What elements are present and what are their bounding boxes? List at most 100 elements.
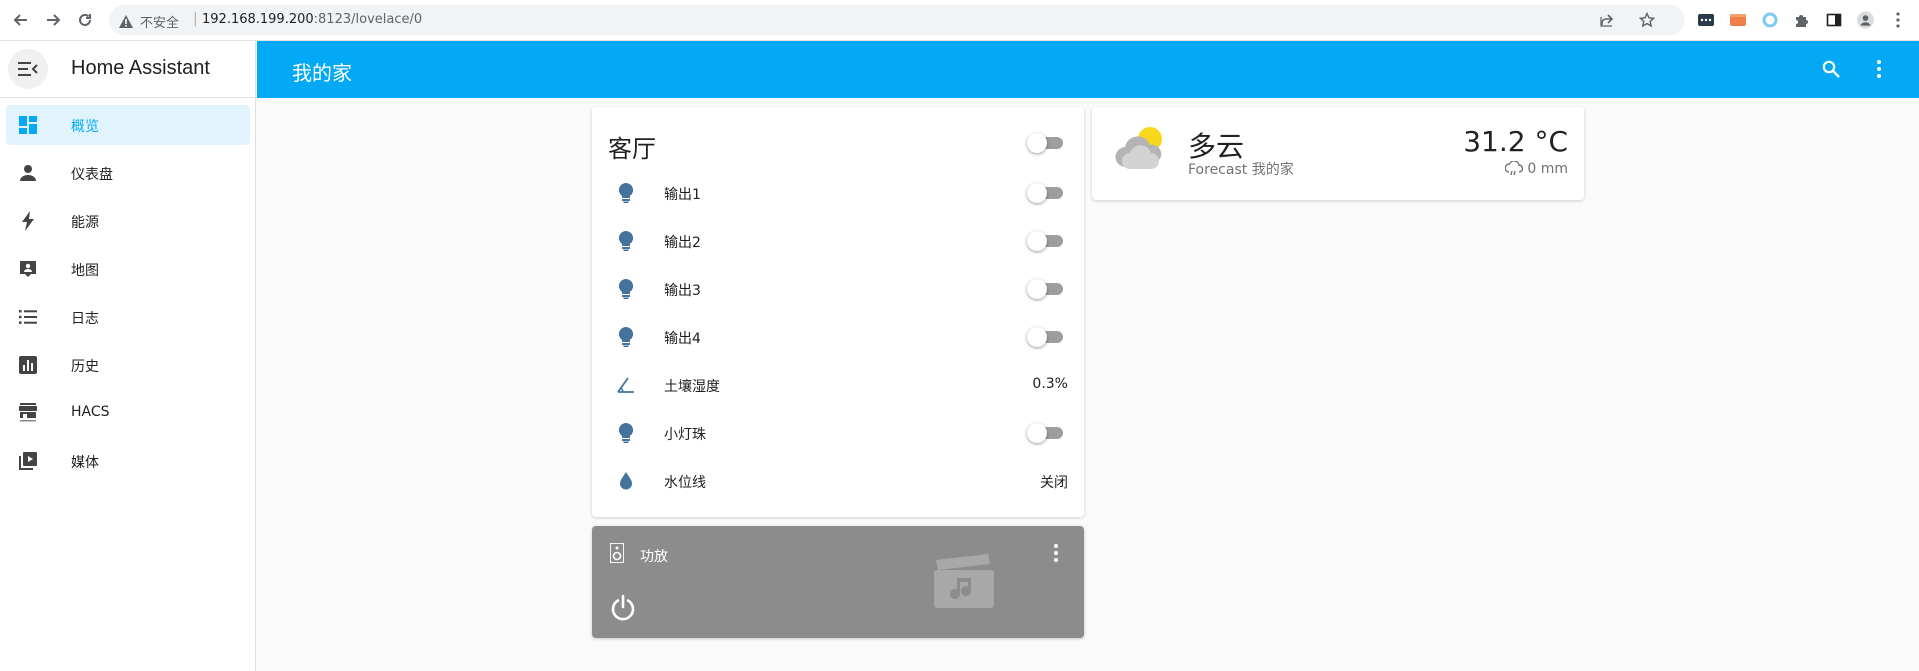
- speaker-icon: [609, 542, 625, 567]
- entity-toggle[interactable]: [1027, 231, 1063, 251]
- entity-row-output1[interactable]: 输出1: [592, 169, 1084, 217]
- address-bar[interactable]: 不安全 | 192.168.199.200:8123/lovelace/0: [109, 5, 1685, 35]
- entity-name: 水位线: [664, 475, 706, 491]
- extension-ring-icon[interactable]: [1761, 11, 1778, 28]
- url-host: 192.168.199.200: [202, 12, 314, 27]
- precipitation-value: 0 mm: [1527, 161, 1568, 177]
- entity-name: 输出1: [664, 187, 701, 203]
- browser-menu-icon[interactable]: [1889, 11, 1906, 28]
- sidebar-item-overview[interactable]: 概览: [6, 105, 250, 145]
- separator: |: [193, 11, 198, 27]
- lightbulb-icon: [616, 231, 636, 251]
- sidebar-item-label: HACS: [71, 404, 110, 420]
- lightbulb-icon: [616, 279, 636, 299]
- angle-acute-icon: [616, 375, 636, 395]
- entity-name: 输出4: [664, 331, 701, 347]
- weather-precipitation: 0 mm: [1505, 161, 1568, 177]
- lightbulb-icon: [616, 423, 636, 443]
- lightning-bolt-icon: [18, 211, 38, 231]
- dashboard-icon: [18, 115, 38, 135]
- lightbulb-icon: [616, 327, 636, 347]
- sidebar-item-label: 概览: [71, 119, 99, 135]
- media-player-name: 功放: [640, 549, 668, 565]
- water-drop-icon: [616, 471, 636, 491]
- warning-icon: [119, 13, 133, 32]
- entity-name: 输出2: [664, 235, 701, 251]
- entity-name: 小灯珠: [664, 427, 706, 443]
- sidebar-toggle-button[interactable]: [8, 49, 48, 89]
- reload-icon[interactable]: [74, 9, 96, 31]
- toggle-thumb: [1027, 279, 1047, 299]
- url-path: :8123/lovelace/0: [313, 12, 423, 27]
- entity-state: 关闭: [1040, 475, 1068, 491]
- profile-avatar-icon[interactable]: [1857, 11, 1874, 28]
- more-info-icon[interactable]: [1054, 544, 1058, 566]
- back-icon[interactable]: [10, 9, 32, 31]
- menu-open-icon: [18, 62, 38, 76]
- power-icon[interactable]: [609, 594, 637, 626]
- sidebar-item-label: 仪表盘: [71, 167, 113, 183]
- sidebar-item-history[interactable]: 历史: [6, 345, 250, 385]
- entity-name: 输出3: [664, 283, 701, 299]
- map-icon: [18, 259, 38, 279]
- entity-row-output3[interactable]: 输出3: [592, 265, 1084, 313]
- header-toggle[interactable]: [1027, 133, 1063, 153]
- extension-folder-icon[interactable]: [1729, 11, 1746, 28]
- share-icon[interactable]: [1599, 12, 1615, 32]
- app-title: Home Assistant: [71, 57, 210, 79]
- toggle-thumb: [1027, 133, 1047, 153]
- entity-toggle[interactable]: [1027, 183, 1063, 203]
- overflow-menu-icon[interactable]: [1867, 57, 1891, 81]
- toggle-thumb: [1027, 183, 1047, 203]
- url-text[interactable]: 192.168.199.200:8123/lovelace/0: [202, 12, 422, 27]
- bookmark-star-icon[interactable]: [1638, 11, 1656, 32]
- extensions-puzzle-icon[interactable]: [1793, 11, 1810, 28]
- card-title: 客厅: [608, 135, 656, 163]
- entity-row-soil-humidity[interactable]: 土壤湿度 0.3%: [592, 361, 1084, 409]
- side-panel-icon[interactable]: [1825, 11, 1842, 28]
- sidebar-item-map[interactable]: 地图: [6, 249, 250, 289]
- movie-music-icon: [932, 554, 996, 612]
- app-header: 我的家: [257, 41, 1919, 98]
- entities-card: 客厅 输出1 输出2 输出3 输出4 土壤湿度 0.3% 小灯珠 水位线 关闭: [592, 107, 1084, 517]
- sidebar-item-logbook[interactable]: 日志: [6, 297, 250, 337]
- entity-row-water-level[interactable]: 水位线 关闭: [592, 457, 1084, 505]
- search-icon[interactable]: [1819, 57, 1843, 81]
- chart-box-icon: [18, 355, 38, 375]
- entity-toggle[interactable]: [1027, 279, 1063, 299]
- person-icon: [18, 163, 38, 183]
- entity-toggle[interactable]: [1027, 327, 1063, 347]
- page-title: 我的家: [292, 61, 352, 85]
- sidebar-item-label: 能源: [71, 215, 99, 231]
- sidebar-item-hacs[interactable]: HACS: [6, 393, 250, 433]
- weather-location: Forecast 我的家: [1188, 162, 1294, 178]
- entity-name: 土壤湿度: [664, 379, 720, 395]
- insecure-label[interactable]: 不安全: [140, 12, 179, 31]
- sidebar-item-label: 日志: [71, 311, 99, 327]
- browser-toolbar: 不安全 | 192.168.199.200:8123/lovelace/0: [0, 0, 1919, 41]
- play-box-multiple-icon: [18, 451, 38, 471]
- sidebar-item-dashboard[interactable]: 仪表盘: [6, 153, 250, 193]
- weather-pouring-icon: [1505, 161, 1524, 176]
- list-icon: [18, 307, 38, 327]
- entity-toggle[interactable]: [1027, 423, 1063, 443]
- sidebar: Home Assistant 概览 仪表盘 能源 地图 日志 历史 HACS 媒…: [0, 41, 256, 671]
- entity-row-output4[interactable]: 输出4: [592, 313, 1084, 361]
- weather-temperature: 31.2 °C: [1463, 125, 1568, 158]
- lightbulb-icon: [616, 183, 636, 203]
- partly-cloudy-icon: [1112, 123, 1170, 175]
- sidebar-item-label: 历史: [71, 359, 99, 375]
- sidebar-item-label: 地图: [71, 263, 99, 279]
- entity-state: 0.3%: [1032, 376, 1068, 392]
- weather-forecast-card[interactable]: 多云 Forecast 我的家 31.2 °C 0 mm: [1092, 107, 1584, 200]
- toggle-thumb: [1027, 231, 1047, 251]
- entity-row-output2[interactable]: 输出2: [592, 217, 1084, 265]
- forward-icon[interactable]: [42, 9, 64, 31]
- sidebar-item-energy[interactable]: 能源: [6, 201, 250, 241]
- hacs-icon: [18, 403, 38, 423]
- extension-dashlane-icon[interactable]: [1697, 11, 1714, 28]
- toggle-thumb: [1027, 423, 1047, 443]
- entity-row-small-lamp[interactable]: 小灯珠: [592, 409, 1084, 457]
- toggle-thumb: [1027, 327, 1047, 347]
- sidebar-item-media[interactable]: 媒体: [6, 441, 250, 481]
